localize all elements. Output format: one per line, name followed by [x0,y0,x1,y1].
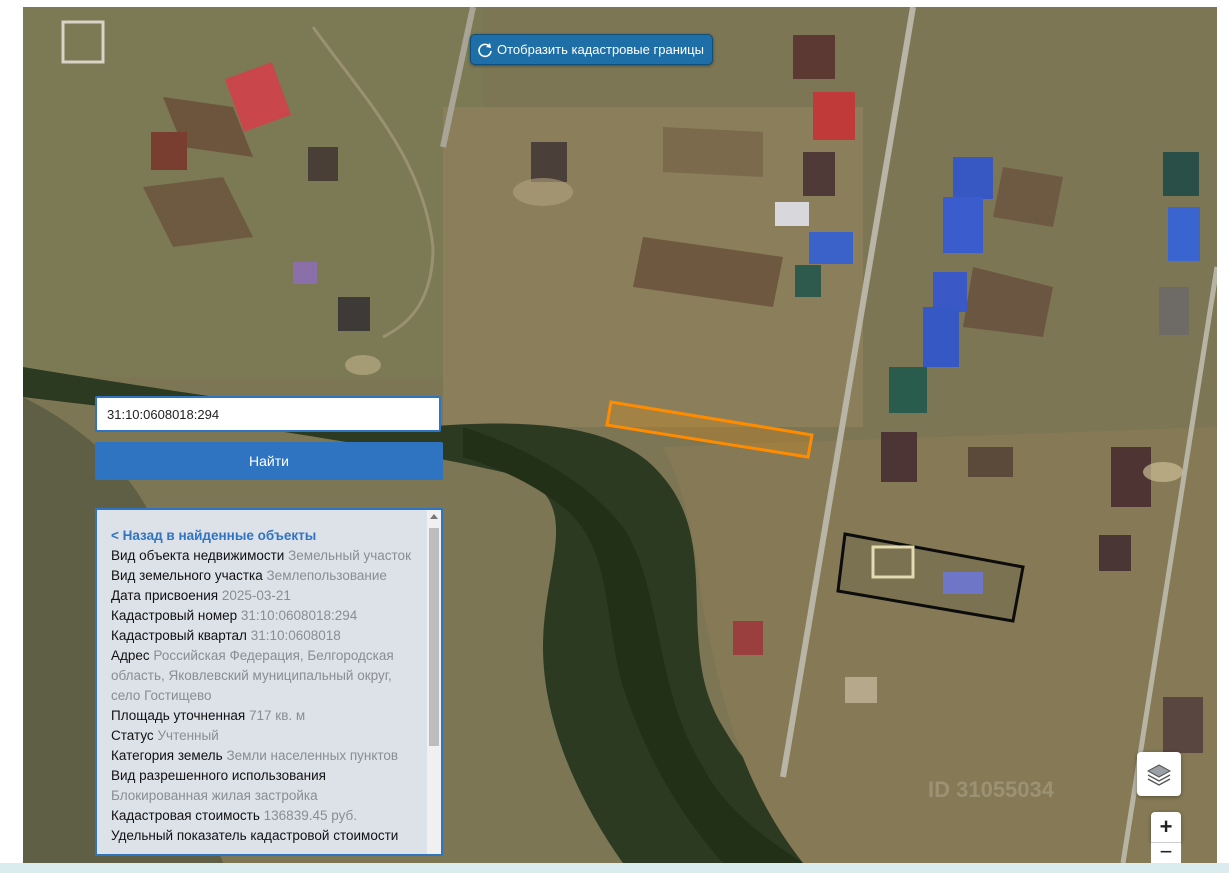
refresh-icon [478,42,492,57]
info-row-value: Блокированная жилая застройка [111,788,318,803]
info-row-label: Статус [111,728,154,743]
info-row-label: Кадастровый номер [111,608,238,623]
bottom-bar [0,863,1229,873]
cadastral-button-label: Отобразить кадастровые границы [497,42,704,57]
info-row-value: Земли населенных пунктов [226,748,399,763]
info-row-value: 31:10:0608018:294 [240,608,358,623]
info-row-value: Учтенный [157,728,219,743]
info-row-label: Адрес [111,648,150,663]
watermark: ID 31055034 [928,777,1054,802]
find-button[interactable]: Найти [95,442,443,480]
info-row-value: Землепользование [266,568,387,583]
info-row-label: Кадастровый квартал [111,628,247,643]
info-row: Статус Учтенный [111,726,411,746]
info-row: Дата присвоения 2025-03-21 [111,586,411,606]
info-row-value: 31:10:0608018 [250,628,341,643]
zoom-in-button[interactable]: + [1151,812,1181,842]
info-row-label: Кадастровая стоимость [111,808,260,823]
object-info-panel[interactable]: < Назад в найденные объекты Вид объекта … [95,508,443,856]
info-row: Вид земельного участка Землепользование [111,566,411,586]
info-row: Площадь уточненная 717 кв. м [111,706,411,726]
info-row-label: Площадь уточненная [111,708,246,723]
layers-icon [1146,764,1172,786]
info-row-value: 136839.45 руб. [263,808,357,823]
cadastral-search-input[interactable] [95,396,441,432]
info-row-value: 2025-03-21 [221,588,291,603]
show-cadastral-boundaries-button[interactable]: Отобразить кадастровые границы [470,34,713,65]
info-row-label: Дата присвоения [111,588,219,603]
back-to-results-link[interactable]: < Назад в найденные объекты [111,526,411,546]
info-panel-scrollbar[interactable] [427,510,441,854]
info-row: Категория земель Земли населенных пункто… [111,746,411,766]
info-row-label: Удельный показатель кадастровой стоимост… [111,828,399,843]
info-row: Удельный показатель кадастровой стоимост… [111,826,411,846]
info-row: Вид разрешенного использования Блокирова… [111,766,411,806]
info-row-value: Российская Федерация, Белгородская облас… [111,648,394,703]
scrollbar-thumb[interactable] [429,528,439,746]
scroll-up-arrow-icon[interactable] [430,514,438,519]
info-row: Кадастровый номер 31:10:0608018:294 [111,606,411,626]
info-row: Кадастровый квартал 31:10:0608018 [111,626,411,646]
info-row: Кадастровая стоимость 136839.45 руб. [111,806,411,826]
layers-button[interactable] [1137,752,1181,796]
zoom-out-button[interactable]: − [1151,841,1181,865]
info-row-label: Вид разрешенного использования [111,768,326,783]
object-info-content: < Назад в найденные объекты Вид объекта … [111,526,411,846]
info-row-label: Вид объекта недвижимости [111,548,285,563]
info-row: Вид объекта недвижимости Земельный участ… [111,546,411,566]
info-row-label: Вид земельного участка [111,568,263,583]
info-row-value: 717 кв. м [249,708,306,723]
info-row-label: Категория земель [111,748,223,763]
info-row: Адрес Российская Федерация, Белгородская… [111,646,411,706]
info-row-value: Земельный участок [288,548,411,563]
